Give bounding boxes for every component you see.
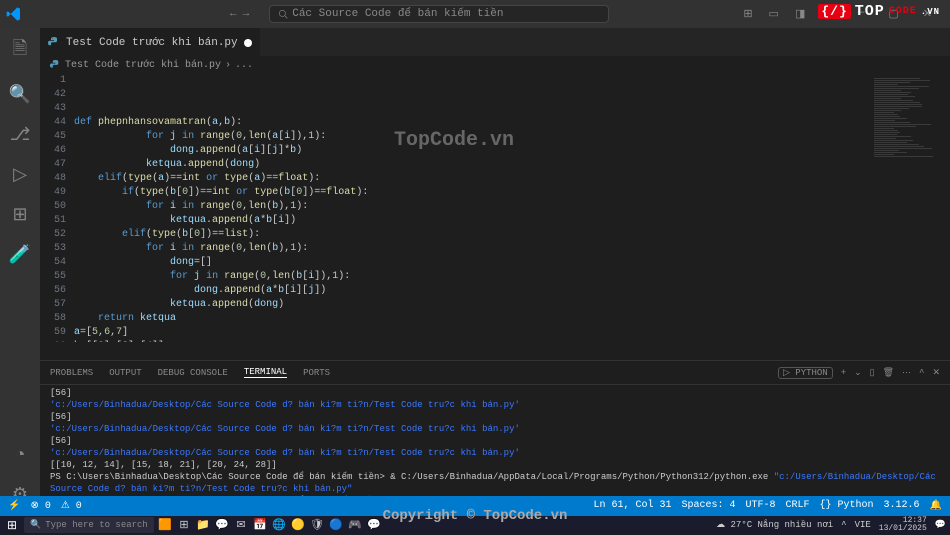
taskbar-app[interactable]: 💬 [213, 517, 231, 533]
sidebar-icon[interactable]: ◨ [789, 3, 811, 25]
search-text: Các Source Code để bán kiếm tiền [292, 8, 503, 20]
start-button[interactable]: ⊞ [0, 518, 24, 533]
errors-count[interactable]: ⊗ 0 [30, 500, 50, 512]
python-version[interactable]: 3.12.6 [884, 500, 920, 512]
code-content[interactable]: TopCode.vn def phepnhansovamatran(a,b): … [74, 74, 870, 342]
tab-filename: Test Code trước khi bán.py [66, 37, 238, 49]
terminal-content[interactable]: [56]'c:/Users/Binhadua/Desktop/Các Sourc… [40, 385, 950, 496]
python-file-icon [50, 60, 61, 71]
extensions-icon[interactable]: ⊞ [12, 204, 27, 226]
tab-terminal[interactable]: TERMINAL [244, 367, 287, 378]
notifications-icon[interactable]: 🔔 [930, 500, 942, 512]
breadcrumb-more: ... [235, 60, 253, 71]
more-actions-button[interactable]: ⋯ [902, 368, 911, 378]
panel-tabs: PROBLEMS OUTPUT DEBUG CONSOLE TERMINAL P… [40, 361, 950, 385]
topcode-logo: {/} TOPCODE.VN [818, 3, 940, 20]
search-sidebar-icon[interactable]: 🔍 [9, 84, 31, 106]
tab-problems[interactable]: PROBLEMS [50, 368, 93, 378]
testing-icon[interactable]: 🧪 [9, 244, 31, 266]
activity-bar: 🗎 🔍 ⎇ ▷ ⊞ 🧪 ◔ ⚙ [0, 28, 40, 514]
editor-tabs: Test Code trước khi bán.py [40, 28, 950, 56]
layout-icon[interactable]: ⊞ [737, 3, 758, 25]
encoding[interactable]: UTF-8 [745, 500, 775, 512]
tab-debug-console[interactable]: DEBUG CONSOLE [158, 368, 228, 378]
explorer-icon[interactable]: 🗎 [13, 36, 27, 66]
vscode-logo-icon [6, 6, 22, 22]
chevron-down-icon[interactable]: ⌄ [854, 368, 862, 378]
editor-area[interactable]: 1424344454647484950515253545556575859606… [40, 74, 950, 342]
nav-back-button[interactable]: ← [230, 8, 237, 20]
source-control-icon[interactable]: ⎇ [10, 124, 31, 146]
taskbar-app[interactable]: 🎮 [346, 517, 364, 533]
status-bar: ⚡ ⊗ 0 ⚠ 0 Ln 61, Col 31 Spaces: 4 UTF-8 … [0, 496, 950, 516]
maximize-panel-button[interactable]: ^ [919, 368, 924, 378]
warnings-count[interactable]: ⚠ 0 [61, 500, 82, 512]
taskbar-app[interactable]: 💬 [365, 517, 383, 533]
minimap[interactable] [870, 74, 950, 342]
search-icon: 🔍 [30, 520, 41, 530]
taskbar-app[interactable]: 📁 [194, 517, 212, 533]
remote-button[interactable]: ⚡ [8, 500, 20, 512]
taskbar-app[interactable]: 🟡 [289, 517, 307, 533]
taskbar-app[interactable]: 🌐 [270, 517, 288, 533]
modified-indicator-icon [244, 39, 252, 47]
command-search[interactable]: Các Source Code để bán kiếm tiền [269, 5, 609, 23]
tab-output[interactable]: OUTPUT [109, 368, 141, 378]
logo-braces-icon: {/} [818, 4, 850, 19]
taskbar-app[interactable]: ✉ [232, 517, 250, 533]
ime-indicator[interactable]: VIE [855, 520, 871, 530]
windows-taskbar: ⊞ 🔍 Type here to search 🟧⊞📁💬✉📅🌐🟡🛡🔵🎮💬 ☁ 2… [0, 516, 950, 534]
taskbar-apps: 🟧⊞📁💬✉📅🌐🟡🛡🔵🎮💬 [156, 517, 383, 533]
account-icon[interactable]: ◔ [15, 446, 26, 466]
new-terminal-button[interactable]: + [841, 368, 846, 378]
taskbar-app[interactable]: 🔵 [327, 517, 345, 533]
cursor-position[interactable]: Ln 61, Col 31 [593, 500, 671, 512]
nav-controls: ← → [230, 8, 249, 20]
search-placeholder: Type here to search [45, 520, 148, 530]
indentation[interactable]: Spaces: 4 [681, 500, 735, 512]
close-panel-button[interactable]: ✕ [932, 368, 940, 378]
search-icon [278, 9, 288, 19]
python-file-icon [48, 37, 60, 49]
debug-icon[interactable]: ▷ [13, 164, 27, 186]
taskbar-app[interactable]: 🛡 [308, 517, 326, 533]
breadcrumb[interactable]: Test Code trước khi bán.py › ... [40, 56, 950, 74]
language-mode[interactable]: {} Python [820, 500, 874, 512]
bottom-panel: PROBLEMS OUTPUT DEBUG CONSOLE TERMINAL P… [40, 360, 950, 496]
split-terminal-button[interactable]: ▯ [870, 368, 875, 378]
taskbar-app[interactable]: ⊞ [175, 517, 193, 533]
terminal-selector[interactable]: ▷ Python [778, 367, 833, 379]
panel-icon[interactable]: ▭ [763, 3, 785, 25]
taskbar-app[interactable]: 📅 [251, 517, 269, 533]
line-gutter: 1424344454647484950515253545556575859606… [40, 74, 74, 342]
nav-forward-button[interactable]: → [243, 8, 250, 20]
notifications-tray-icon[interactable]: 💬 [935, 520, 946, 530]
tab-ports[interactable]: PORTS [303, 368, 330, 378]
taskbar-app[interactable]: 🟧 [156, 517, 174, 533]
breadcrumb-sep: › [225, 60, 231, 71]
weather-widget[interactable]: ☁ 27°C Nắng nhiều nơi [716, 520, 833, 530]
kill-terminal-button[interactable]: 🗑 [883, 368, 894, 378]
clock[interactable]: 12:3713/01/2025 [879, 517, 927, 533]
breadcrumb-file: Test Code trước khi bán.py [65, 60, 221, 71]
titlebar: ← → Các Source Code để bán kiếm tiền ⊞ ▭… [0, 0, 950, 28]
tab-file[interactable]: Test Code trước khi bán.py [40, 28, 260, 56]
tray-chevron-icon[interactable]: ^ [841, 520, 846, 530]
windows-search[interactable]: 🔍 Type here to search [24, 517, 154, 533]
eol[interactable]: CRLF [786, 500, 810, 512]
